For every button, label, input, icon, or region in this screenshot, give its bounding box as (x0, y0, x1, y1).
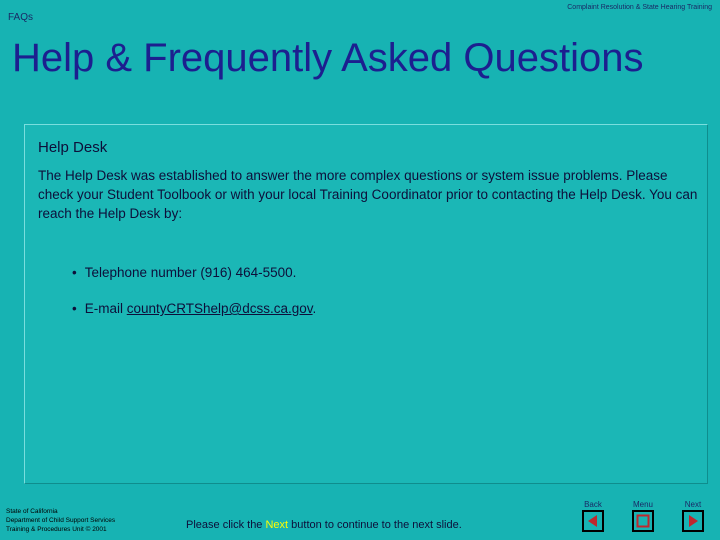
help-desk-heading: Help Desk (38, 139, 108, 156)
course-title: Complaint Resolution & State Hearing Tra… (567, 4, 712, 11)
email-suffix: . (312, 301, 317, 316)
nav-next: Next (673, 500, 713, 532)
instruction-text: button to continue to the next slide. (288, 519, 462, 531)
next-label: Next (684, 500, 702, 509)
list-item-email: • E-mail countyCRTShelp@dcss.ca.gov. (72, 301, 316, 316)
menu-button[interactable] (632, 510, 654, 532)
back-button[interactable] (582, 510, 604, 532)
back-arrow-icon (588, 515, 597, 527)
next-button[interactable] (682, 510, 704, 532)
email-prefix: E-mail (84, 301, 127, 316)
help-desk-paragraph: The Help Desk was established to answer … (38, 168, 698, 221)
contact-list: • Telephone number (916) 464-5500. • E-mai… (72, 265, 316, 337)
footer-instruction: Please click the Next button to continue… (186, 519, 462, 531)
menu-label: Menu (632, 500, 653, 509)
email-link[interactable]: countyCRTShelp@dcss.ca.gov (127, 301, 313, 316)
back-label: Back (584, 500, 602, 509)
footer-org-line: Training & Procedures Unit © 2001 (6, 526, 107, 533)
section-label: FAQs (8, 12, 34, 23)
instruction-text: Please click the (186, 519, 266, 531)
footer-organization: State of California Department of Child … (6, 507, 115, 534)
next-arrow-icon (689, 515, 698, 527)
bullet-icon: • (72, 301, 77, 316)
nav-menu: Menu (623, 500, 663, 532)
instruction-highlight: Next (265, 519, 289, 531)
menu-square-icon (636, 514, 650, 528)
footer-org-line: Department of Child Support Services (6, 517, 116, 524)
phone-text: Telephone number (916) 464-5500. (84, 265, 297, 280)
nav-back: Back (573, 500, 613, 532)
bullet-icon: • (72, 265, 77, 280)
list-item-phone: • Telephone number (916) 464-5500. (72, 265, 316, 280)
footer-org-line: State of California (6, 508, 58, 515)
page-title: Help & Frequently Asked Questions (12, 36, 644, 80)
